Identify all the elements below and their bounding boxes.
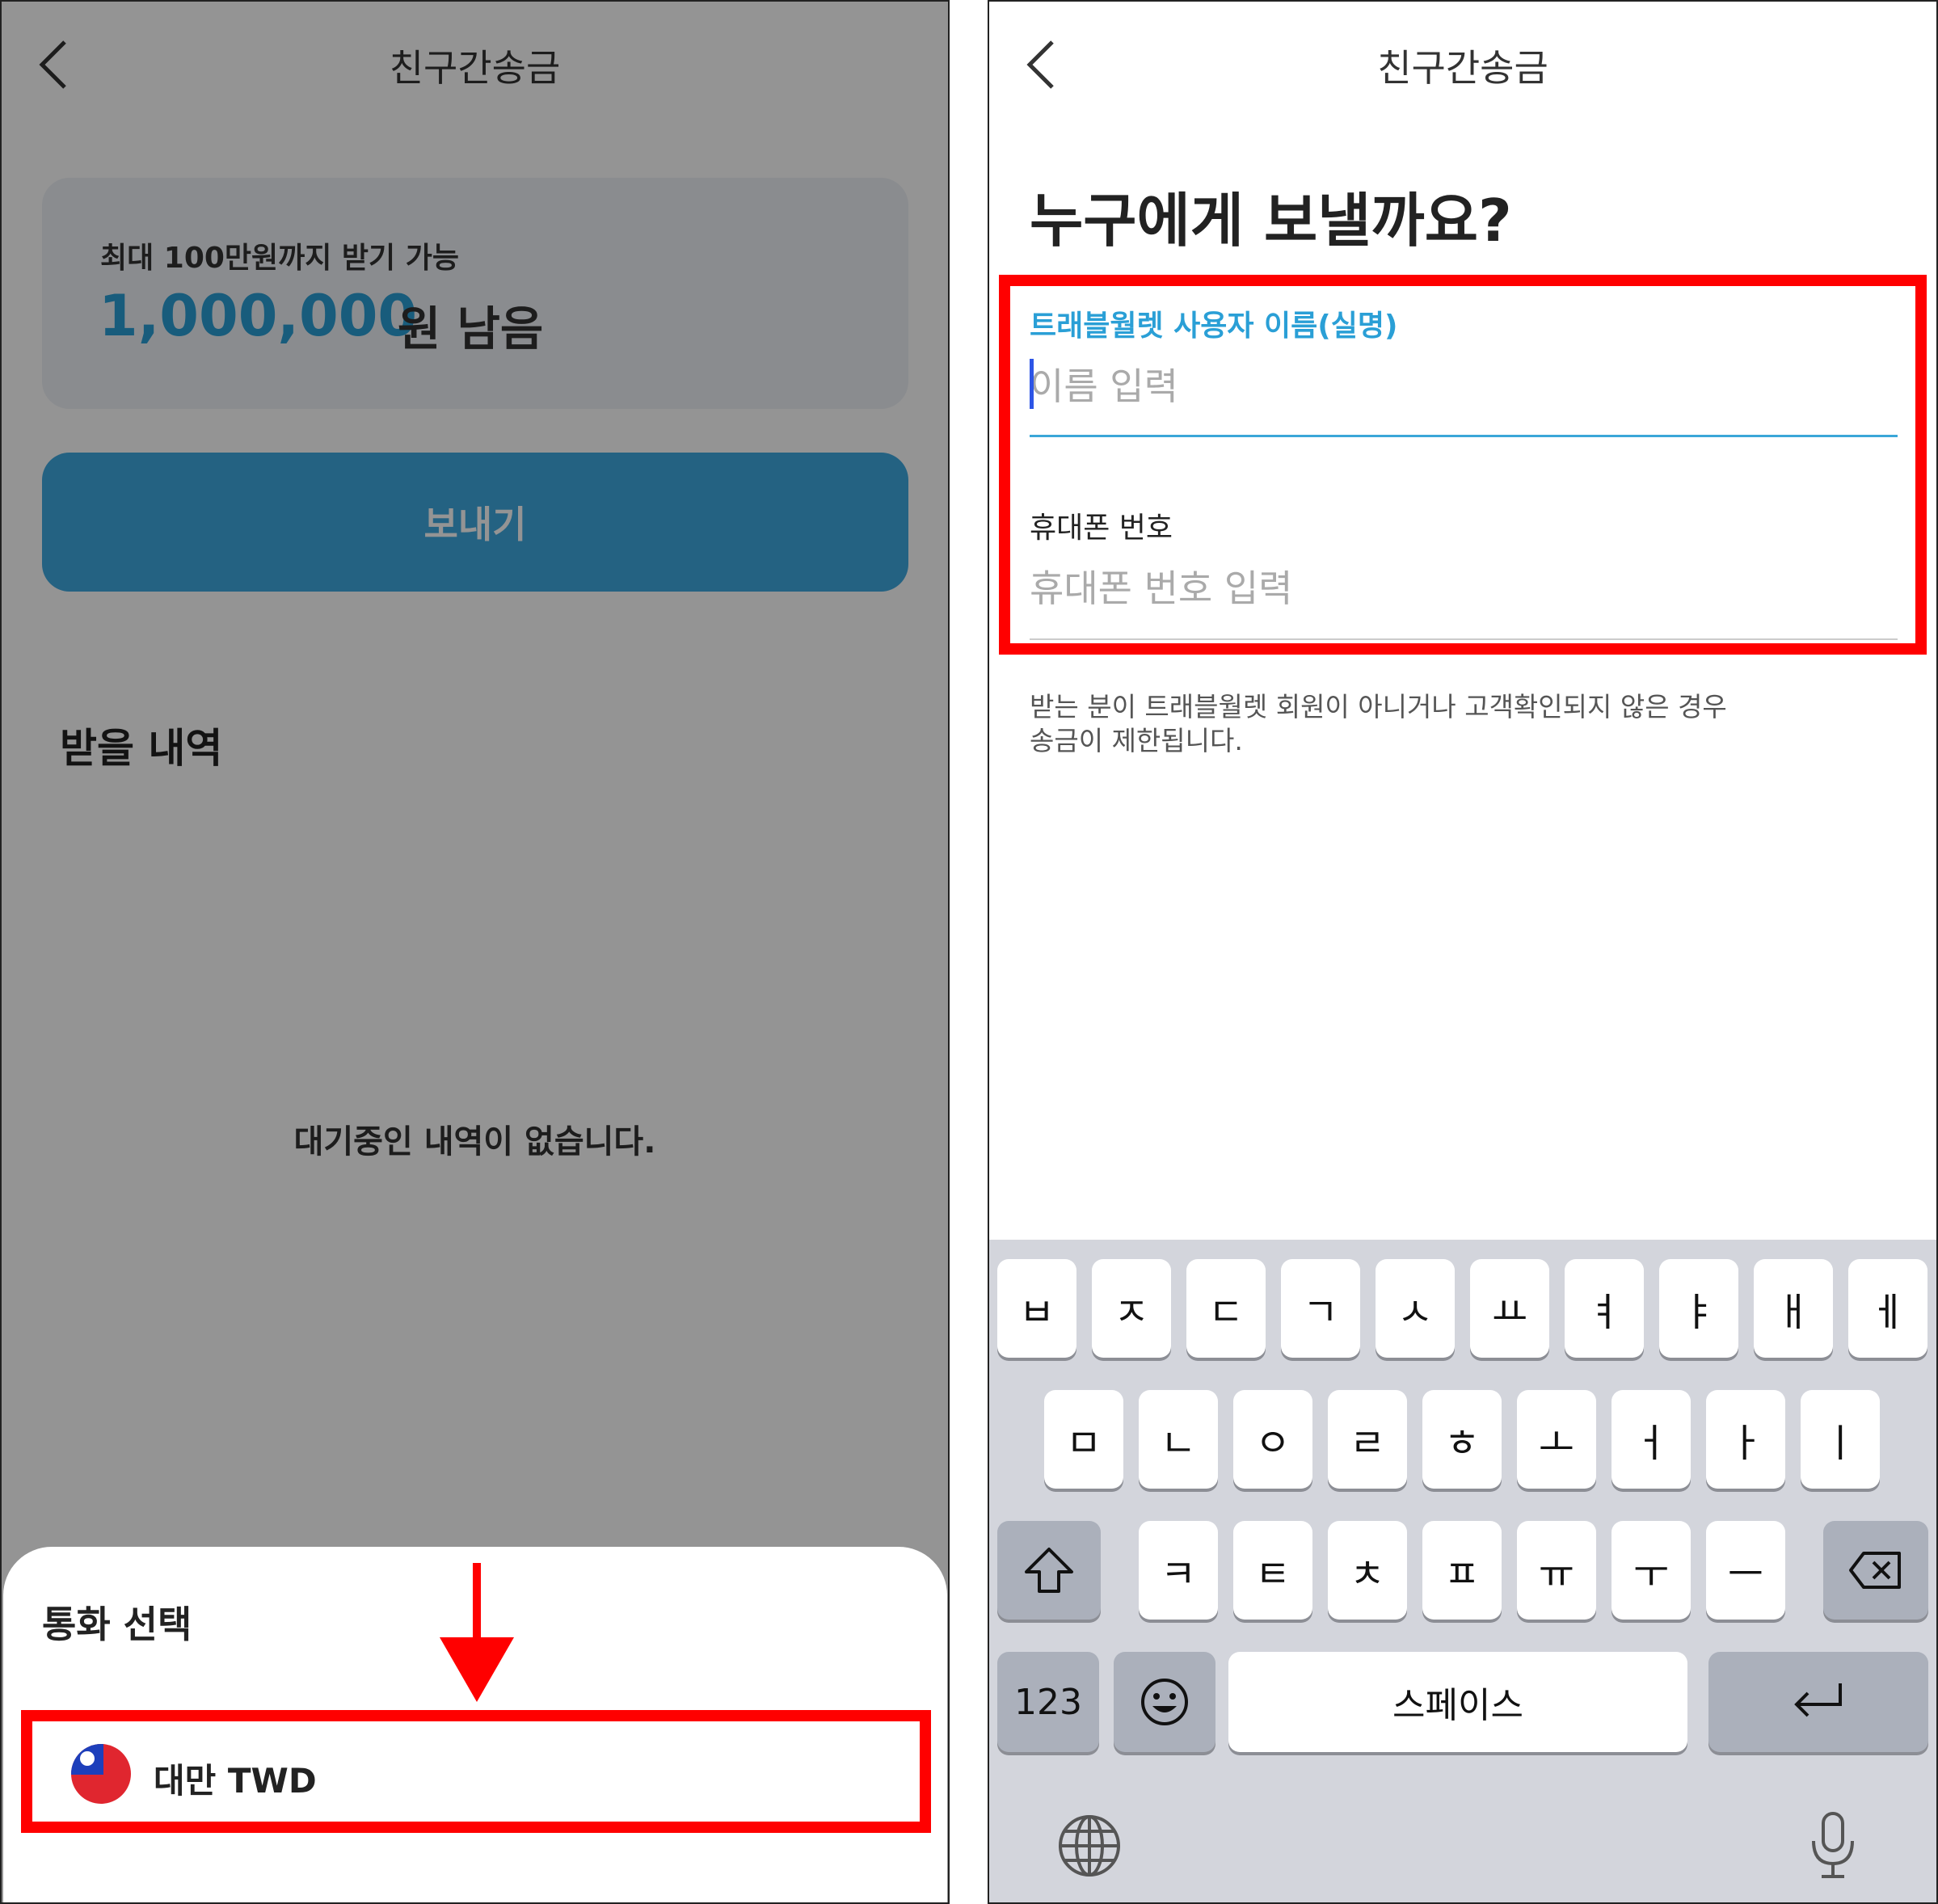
key-17[interactable]: ㅓ: [1611, 1390, 1691, 1489]
key-15[interactable]: ㅎ: [1422, 1390, 1502, 1489]
right-screen: 친구간송금 누구에게 보낼까요? 트래블월렛 사용자 이름(실명) 이름 입력 …: [988, 0, 1938, 1904]
taiwan-flag-icon: [71, 1744, 131, 1804]
microphone-icon[interactable]: [1807, 1810, 1859, 1881]
emoji-icon: [1141, 1679, 1188, 1725]
key-24[interactable]: ㅠ: [1517, 1521, 1596, 1620]
korean-keyboard: ㅂ ㅈ ㄷ ㄱ ㅅ ㅛ ㅕ ㅑ ㅐ ㅔ ㅁ ㄴ ㅇ ㄹ ㅎ ㅗ ㅓ ㅏ ㅣ ㅋ …: [989, 1240, 1936, 1902]
key-23[interactable]: ㅍ: [1422, 1521, 1502, 1620]
key-22[interactable]: ㅊ: [1328, 1521, 1407, 1620]
key-20[interactable]: ㅋ: [1139, 1521, 1218, 1620]
left-screen: 친구간송금 최대 100만원까지 받기 가능 1,000,000 원 남음 보내…: [0, 0, 950, 1904]
name-field-label: 트래블월렛 사용자 이름(실명): [1030, 310, 1398, 343]
key-16[interactable]: ㅗ: [1517, 1390, 1596, 1489]
name-input-underline: [1030, 435, 1898, 437]
key-1[interactable]: ㅂ: [997, 1259, 1076, 1358]
currency-option-label: 대만 TWD: [154, 1761, 317, 1801]
phone-field-label: 휴대폰 번호: [1030, 512, 1173, 545]
backspace-key[interactable]: [1823, 1521, 1928, 1620]
return-key[interactable]: [1708, 1652, 1928, 1752]
key-21[interactable]: ㅌ: [1233, 1521, 1312, 1620]
phone-input-underline: [1030, 638, 1898, 640]
notice-text: 받는 분이 트래블월렛 회원이 아니거나 고객확인되지 않은 경우 송금이 제한…: [1030, 690, 1838, 758]
key-13[interactable]: ㅇ: [1233, 1390, 1312, 1489]
space-key[interactable]: 스페이스: [1228, 1652, 1687, 1752]
key-18[interactable]: ㅏ: [1706, 1390, 1785, 1489]
key-10[interactable]: ㅔ: [1848, 1259, 1927, 1358]
key-2[interactable]: ㅈ: [1092, 1259, 1171, 1358]
key-5[interactable]: ㅅ: [1376, 1259, 1455, 1358]
shift-key[interactable]: [997, 1521, 1101, 1620]
numbers-key[interactable]: 123: [997, 1652, 1099, 1752]
key-25[interactable]: ㅜ: [1611, 1521, 1691, 1620]
key-4[interactable]: ㄱ: [1281, 1259, 1360, 1358]
name-input[interactable]: 이름 입력: [1030, 357, 1178, 411]
key-14[interactable]: ㄹ: [1328, 1390, 1407, 1489]
globe-icon[interactable]: [1057, 1813, 1122, 1878]
sheet-title: 통화 선택: [42, 1603, 192, 1646]
notice-line-2: 송금이 제한됩니다.: [1030, 725, 1243, 756]
backspace-icon: [1849, 1552, 1901, 1589]
key-11[interactable]: ㅁ: [1044, 1390, 1123, 1489]
shift-icon: [1025, 1548, 1073, 1593]
key-8[interactable]: ㅑ: [1659, 1259, 1738, 1358]
notice-line-1: 받는 분이 트래블월렛 회원이 아니거나 고객확인되지 않은 경우: [1030, 691, 1727, 722]
page-title: 친구간송금: [1377, 46, 1548, 90]
text-cursor: [1030, 359, 1034, 409]
question-heading: 누구에게 보낼까요?: [1030, 187, 1512, 255]
arrow-down-icon: [440, 1563, 514, 1702]
key-19[interactable]: ㅣ: [1801, 1390, 1880, 1489]
phone-input[interactable]: 휴대폰 번호 입력: [1030, 559, 1292, 613]
return-icon: [1794, 1683, 1842, 1717]
emoji-key[interactable]: [1114, 1652, 1215, 1752]
key-7[interactable]: ㅕ: [1565, 1259, 1644, 1358]
key-6[interactable]: ㅛ: [1470, 1259, 1549, 1358]
key-12[interactable]: ㄴ: [1139, 1390, 1218, 1489]
key-26[interactable]: ㅡ: [1706, 1521, 1785, 1620]
currency-option-twd[interactable]: 대만 TWD: [21, 1710, 931, 1833]
key-9[interactable]: ㅐ: [1754, 1259, 1833, 1358]
key-3[interactable]: ㄷ: [1186, 1259, 1266, 1358]
